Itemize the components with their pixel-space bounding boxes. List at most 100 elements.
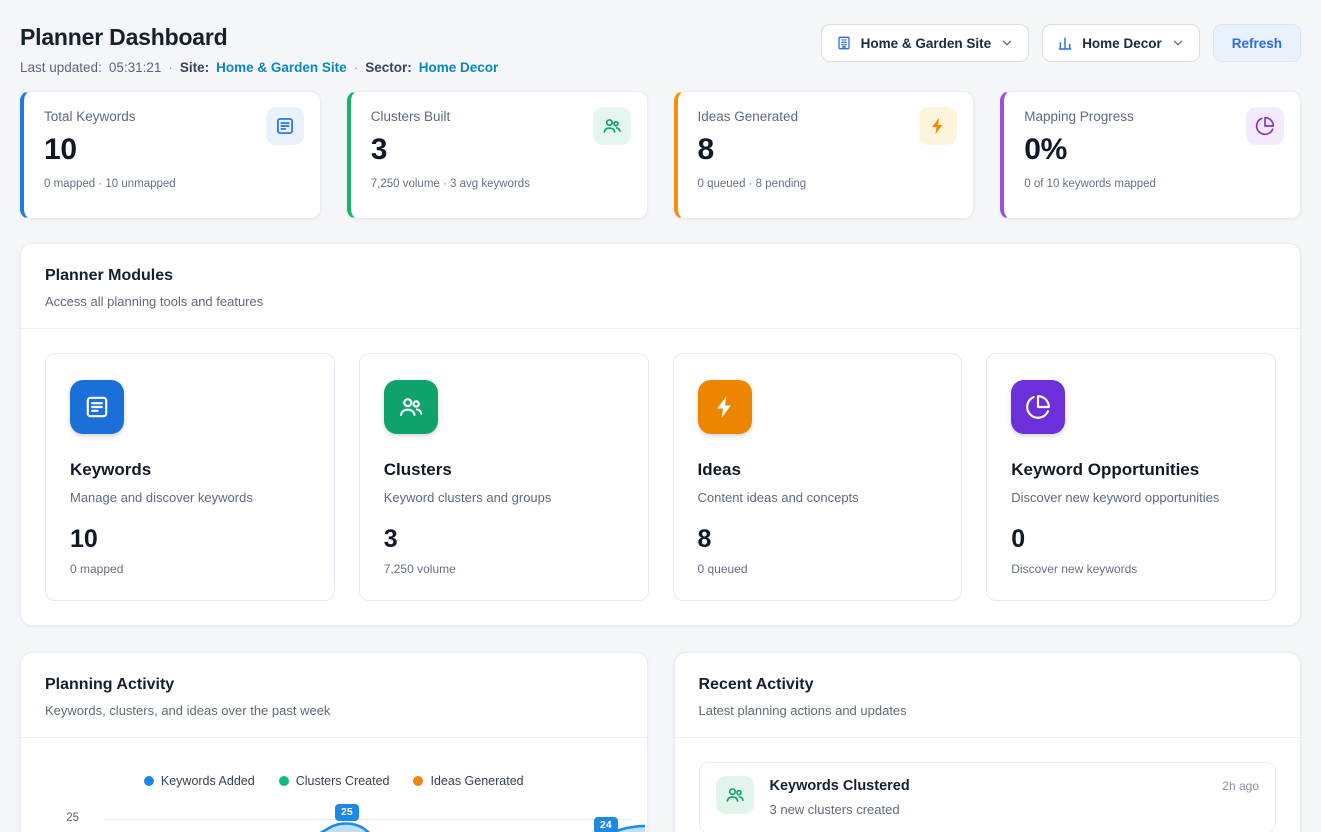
recent-activity-panel: Recent Activity Latest planning actions … <box>674 652 1302 832</box>
module-title: Clusters <box>384 460 624 480</box>
header-actions: Home & Garden Site Home Decor Refresh <box>821 24 1301 62</box>
modules-grid: Keywords Manage and discover keywords 10… <box>21 329 1300 625</box>
stat-label: Mapping Progress <box>1024 109 1280 124</box>
stat-detail: 7,250 volume · 3 avg keywords <box>371 178 627 190</box>
module-value: 8 <box>698 525 938 554</box>
modules-subtitle: Access all planning tools and features <box>45 294 1276 309</box>
recent-activity-subtitle: Latest planning actions and updates <box>699 703 1277 718</box>
site-label: Site: <box>180 60 209 75</box>
module-detail: 0 queued <box>698 562 938 576</box>
stat-detail: 0 of 10 keywords mapped <box>1024 178 1280 190</box>
chevron-down-icon <box>1000 36 1014 50</box>
stat-card-total-keywords: Total Keywords 10 0 mapped · 10 unmapped <box>20 91 321 219</box>
lightning-icon <box>698 380 752 434</box>
modules-title: Planner Modules <box>45 267 1276 285</box>
stat-label: Clusters Built <box>371 109 627 124</box>
module-card-ideas[interactable]: Ideas Content ideas and concepts 8 0 que… <box>673 353 963 601</box>
header-meta: Last updated: 05:31:21 · Site: Home & Ga… <box>20 60 498 75</box>
module-value: 0 <box>1011 525 1251 554</box>
recent-activity-header: Recent Activity Latest planning actions … <box>675 653 1301 737</box>
stat-label: Total Keywords <box>44 109 300 124</box>
document-lines-icon <box>70 380 124 434</box>
data-point-label: 25 <box>335 804 359 821</box>
lightning-icon <box>919 107 957 145</box>
users-icon <box>384 380 438 434</box>
planning-activity-subtitle: Keywords, clusters, and ideas over the p… <box>45 703 623 718</box>
separator-dot: · <box>168 60 173 75</box>
stat-value: 3 <box>371 133 627 167</box>
recent-activity-title: Recent Activity <box>699 676 1277 694</box>
activity-item-title: Keywords Clustered <box>770 778 910 794</box>
module-detail: 7,250 volume <box>384 562 624 576</box>
planning-activity-header: Planning Activity Keywords, clusters, an… <box>21 653 647 737</box>
legend-item-ideas-generated: Ideas Generated <box>413 774 523 788</box>
users-icon <box>593 107 631 145</box>
legend-dot-icon <box>144 776 154 786</box>
module-description: Manage and discover keywords <box>70 490 310 505</box>
stat-value: 0% <box>1024 133 1280 167</box>
stat-detail: 0 queued · 8 pending <box>698 178 954 190</box>
module-description: Discover new keyword opportunities <box>1011 490 1251 505</box>
activity-item-description: 3 new clusters created <box>770 802 910 817</box>
planner-dashboard-page: Planner Dashboard Last updated: 05:31:21… <box>0 0 1321 832</box>
module-card-clusters[interactable]: Clusters Keyword clusters and groups 3 7… <box>359 353 649 601</box>
users-icon <box>716 776 754 814</box>
document-lines-icon <box>266 107 304 145</box>
legend-dot-icon <box>279 776 289 786</box>
modules-panel-header: Planner Modules Access all planning tool… <box>21 244 1300 328</box>
stat-value: 10 <box>44 133 300 167</box>
site-link[interactable]: Home & Garden Site <box>216 60 347 75</box>
legend-label: Ideas Generated <box>430 774 523 788</box>
module-value: 3 <box>384 525 624 554</box>
divider <box>21 737 647 738</box>
last-updated-label: Last updated: <box>20 60 102 75</box>
module-description: Content ideas and concepts <box>698 490 938 505</box>
planning-activity-chart: 25 25 24 <box>29 804 639 832</box>
activity-item-time: 2h ago <box>1222 779 1259 793</box>
pie-chart-icon <box>1246 107 1284 145</box>
stat-value: 8 <box>698 133 954 167</box>
module-detail: Discover new keywords <box>1011 562 1251 576</box>
planning-activity-panel: Planning Activity Keywords, clusters, an… <box>20 652 648 832</box>
bar-chart-icon <box>1057 35 1073 51</box>
chart-legend: Keywords Added Clusters Created Ideas Ge… <box>21 774 647 788</box>
page-header: Planner Dashboard Last updated: 05:31:21… <box>20 20 1301 75</box>
planning-activity-title: Planning Activity <box>45 676 623 694</box>
recent-activity-list: Keywords Clustered 3 new clusters create… <box>675 738 1301 832</box>
refresh-button[interactable]: Refresh <box>1213 24 1301 62</box>
page-title: Planner Dashboard <box>20 24 498 51</box>
legend-dot-icon <box>413 776 423 786</box>
module-title: Keywords <box>70 460 310 480</box>
sector-selector-dropdown[interactable]: Home Decor <box>1042 24 1200 62</box>
module-description: Keyword clusters and groups <box>384 490 624 505</box>
legend-label: Keywords Added <box>161 774 255 788</box>
building-icon <box>836 35 852 51</box>
legend-label: Clusters Created <box>296 774 390 788</box>
stats-row: Total Keywords 10 0 mapped · 10 unmapped… <box>20 91 1301 219</box>
activity-item-keywords-clustered: Keywords Clustered 3 new clusters create… <box>699 762 1277 832</box>
keywords-added-area-series <box>89 804 649 832</box>
sector-link[interactable]: Home Decor <box>419 60 499 75</box>
site-selector-dropdown[interactable]: Home & Garden Site <box>821 24 1030 62</box>
chevron-down-icon <box>1171 36 1185 50</box>
module-card-keyword-opportunities[interactable]: Keyword Opportunities Discover new keywo… <box>986 353 1276 601</box>
header-left: Planner Dashboard Last updated: 05:31:21… <box>20 24 498 75</box>
data-point-label: 24 <box>594 817 618 832</box>
stat-detail: 0 mapped · 10 unmapped <box>44 178 300 190</box>
module-detail: 0 mapped <box>70 562 310 576</box>
sector-label: Sector: <box>365 60 412 75</box>
y-axis-tick: 25 <box>53 812 79 824</box>
pie-chart-icon <box>1011 380 1065 434</box>
stat-card-clusters-built: Clusters Built 3 7,250 volume · 3 avg ke… <box>347 91 648 219</box>
stat-label: Ideas Generated <box>698 109 954 124</box>
module-card-keywords[interactable]: Keywords Manage and discover keywords 10… <box>45 353 335 601</box>
site-selector-label: Home & Garden Site <box>861 36 992 51</box>
separator-dot: · <box>354 60 359 75</box>
sector-selector-label: Home Decor <box>1082 36 1162 51</box>
legend-item-keywords-added: Keywords Added <box>144 774 255 788</box>
last-updated-value: 05:31:21 <box>109 60 162 75</box>
legend-item-clusters-created: Clusters Created <box>279 774 390 788</box>
module-title: Keyword Opportunities <box>1011 460 1251 480</box>
planner-modules-panel: Planner Modules Access all planning tool… <box>20 243 1301 626</box>
stat-card-mapping-progress: Mapping Progress 0% 0 of 10 keywords map… <box>1000 91 1301 219</box>
